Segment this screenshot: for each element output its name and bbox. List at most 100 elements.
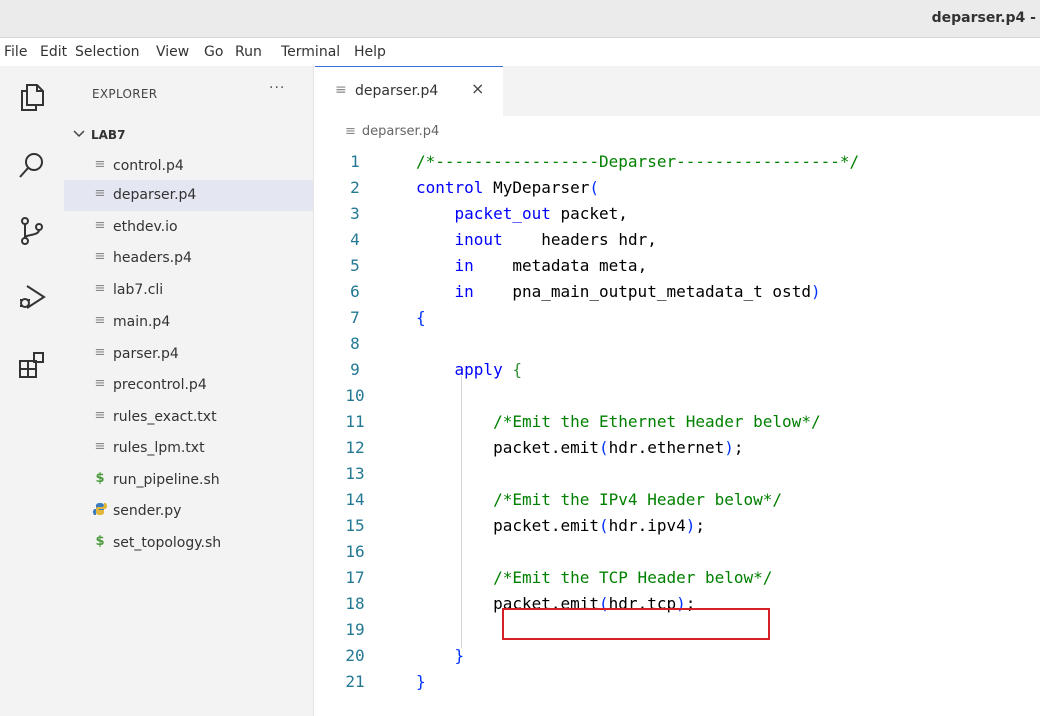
code-line[interactable]: 2 control MyDeparser( — [315, 176, 1040, 200]
code-line[interactable]: 15 packet.emit(hdr.ipv4); — [315, 514, 1040, 538]
code-line[interactable]: 5 in metadata meta, — [315, 254, 1040, 278]
search-icon[interactable] — [17, 150, 47, 180]
line-number: 16 — [345, 542, 365, 561]
code-line[interactable]: 11 /*Emit the Ethernet Header below*/ — [315, 410, 1040, 434]
menu-help[interactable]: Help — [354, 44, 386, 60]
title-bar: deparser.p4 - — [0, 0, 1040, 38]
code-text: /*Emit the TCP Header below*/ — [416, 568, 773, 587]
file-item-rules-exact[interactable]: ≡ rules_exact.txt — [64, 402, 313, 433]
code-line[interactable]: 3 packet_out packet, — [315, 202, 1040, 226]
code-text: inout headers hdr, — [454, 230, 657, 249]
line-number: 8 — [350, 334, 360, 353]
file-item-rules-lpm[interactable]: ≡ rules_lpm.txt — [64, 433, 313, 464]
code-text: } — [416, 672, 426, 691]
code-line[interactable]: 16 — [315, 540, 1040, 564]
line-number: 14 — [345, 490, 365, 509]
code-line[interactable]: 14 /*Emit the IPv4 Header below*/ — [315, 488, 1040, 512]
text-file-icon: ≡ — [94, 218, 106, 233]
file-name: rules_exact.txt — [113, 409, 217, 425]
tab-deparser[interactable]: ≡ deparser.p4 × — [315, 66, 503, 116]
file-name: rules_lpm.txt — [113, 440, 205, 456]
menu-run[interactable]: Run — [235, 44, 262, 60]
text-file-icon: ≡ — [94, 186, 106, 201]
line-number: 9 — [350, 360, 360, 379]
file-name: lab7.cli — [113, 282, 164, 298]
line-number: 18 — [345, 594, 365, 613]
text-file-icon: ≡ — [94, 439, 106, 454]
line-number: 10 — [345, 386, 365, 405]
text-file-icon: ≡ — [94, 157, 106, 172]
code-text: } — [454, 646, 465, 665]
tab-bar: ≡ deparser.p4 × — [315, 66, 1040, 116]
menu-go[interactable]: Go — [204, 44, 223, 60]
text-file-icon: ≡ — [94, 249, 106, 264]
menu-file[interactable]: File — [4, 44, 27, 60]
menu-bar: File Edit Selection View Go Run Terminal… — [0, 38, 1040, 66]
code-text: packet.emit(hdr.ipv4); — [493, 516, 706, 535]
file-name: headers.p4 — [113, 250, 192, 266]
file-item-precontrol[interactable]: ≡ precontrol.p4 — [64, 370, 313, 401]
file-item-run-pipeline[interactable]: $ run_pipeline.sh — [64, 465, 313, 496]
file-item-ethdev[interactable]: ≡ ethdev.io — [64, 212, 313, 243]
code-text: in metadata meta, — [454, 256, 648, 275]
line-number: 15 — [345, 516, 365, 535]
file-item-lab7-cli[interactable]: ≡ lab7.cli — [64, 275, 313, 306]
file-name: run_pipeline.sh — [113, 472, 220, 488]
shell-file-icon: $ — [95, 471, 105, 486]
text-file-icon: ≡ — [94, 408, 106, 423]
menu-selection[interactable]: Selection — [75, 44, 140, 60]
line-number: 1 — [350, 152, 360, 171]
file-item-parser[interactable]: ≡ parser.p4 — [64, 339, 313, 370]
python-file-icon — [92, 502, 108, 520]
file-item-control[interactable]: ≡ control.p4 — [64, 151, 313, 182]
code-text: /*Emit the IPv4 Header below*/ — [416, 490, 783, 509]
file-item-deparser[interactable]: ≡ deparser.p4 — [64, 180, 313, 211]
file-item-set-topology[interactable]: $ set_topology.sh — [64, 528, 313, 559]
folder-lab7[interactable]: LAB7 — [64, 123, 313, 147]
code-line[interactable]: 21} — [315, 670, 1040, 694]
line-number: 11 — [345, 412, 365, 431]
file-item-sender[interactable]: sender.py — [64, 496, 313, 527]
extensions-icon[interactable] — [17, 350, 47, 380]
code-line[interactable]: 20 } — [315, 644, 1040, 668]
explorer-icon[interactable] — [17, 82, 47, 112]
code-line[interactable]: 1 /*-----------------Deparser------------… — [315, 150, 1040, 174]
code-line[interactable]: 12 packet.emit(hdr.ethernet); — [315, 436, 1040, 460]
breadcrumb-file: deparser.p4 — [361, 124, 440, 139]
menu-view[interactable]: View — [156, 44, 189, 60]
code-line[interactable]: 13 — [315, 462, 1040, 486]
code-line[interactable]: 10 — [315, 384, 1040, 408]
explorer-sidebar: EXPLORER ··· LAB7 ≡ control.p4 ≡ deparse… — [64, 66, 314, 716]
window-title: deparser.p4 - — [931, 10, 1036, 26]
breadcrumb[interactable]: ≡ deparser.p4 — [345, 124, 439, 139]
code-line[interactable]: 9 apply { — [315, 358, 1040, 382]
highlight-annotation-box — [502, 608, 770, 640]
line-number: 4 — [350, 230, 360, 249]
run-debug-icon[interactable] — [17, 282, 47, 312]
code-text: { — [416, 308, 426, 327]
code-line[interactable]: 8 — [315, 332, 1040, 356]
more-actions-icon[interactable]: ··· — [269, 80, 285, 96]
code-line[interactable]: 6 in pna_main_output_metadata_t ostd) — [315, 280, 1040, 304]
file-item-main[interactable]: ≡ main.p4 — [64, 307, 313, 338]
text-file-icon: ≡ — [335, 82, 347, 98]
file-name: sender.py — [113, 503, 182, 519]
text-file-icon: ≡ — [94, 345, 106, 360]
tab-label: deparser.p4 — [355, 83, 439, 99]
file-name: ethdev.io — [113, 219, 178, 235]
source-control-icon[interactable] — [17, 216, 47, 246]
file-name: precontrol.p4 — [113, 377, 207, 393]
editor-area: ≡ deparser.p4 × ≡ deparser.p4 1 /*--------… — [315, 66, 1040, 716]
line-number: 6 — [350, 282, 360, 301]
menu-edit[interactable]: Edit — [40, 44, 67, 60]
code-line[interactable]: 4 inout headers hdr, — [315, 228, 1040, 252]
code-line[interactable]: 7{ — [315, 306, 1040, 330]
line-number: 5 — [350, 256, 360, 275]
file-item-headers[interactable]: ≡ headers.p4 — [64, 243, 313, 274]
menu-terminal[interactable]: Terminal — [281, 44, 340, 60]
code-line[interactable]: 17 /*Emit the TCP Header below*/ — [315, 566, 1040, 590]
code-text: /*Emit the Ethernet Header below*/ — [416, 412, 821, 431]
activity-bar — [0, 66, 64, 716]
text-file-icon: ≡ — [94, 281, 106, 296]
close-icon[interactable]: × — [471, 79, 484, 98]
